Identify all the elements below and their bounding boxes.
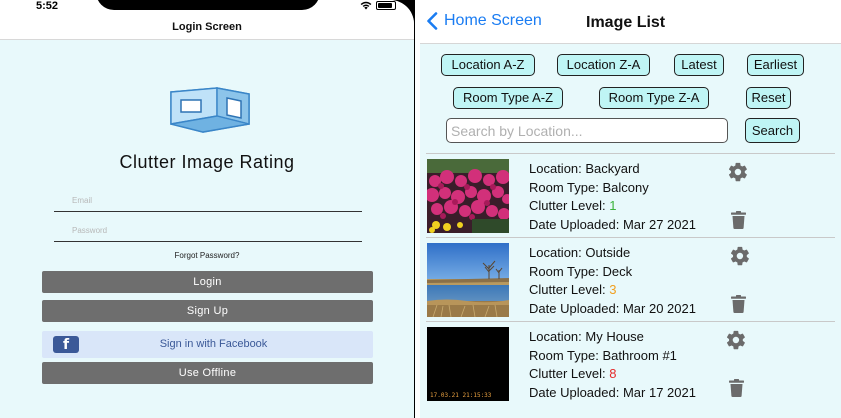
date-uploaded-value: Mar 20 2021 [622, 300, 696, 316]
gear-icon[interactable] [725, 329, 747, 351]
date-uploaded-label: Date Uploaded: [529, 384, 620, 400]
location-label: Location: [529, 245, 582, 260]
clutter-level-value: 1 [609, 198, 617, 213]
status-icons [360, 1, 396, 10]
forgot-password-link[interactable]: Forgot Password? [0, 251, 414, 260]
gear-icon[interactable] [727, 161, 749, 183]
app-logo-icon [163, 86, 253, 134]
date-uploaded-value: Mar 27 2021 [622, 216, 696, 232]
login-screen: 5:52 Login Screen Clutter Image Rating E… [0, 0, 414, 418]
nav-title: Login Screen [172, 21, 242, 33]
email-field-container [54, 190, 362, 212]
device-notch [96, 0, 320, 10]
location-value: My House [585, 329, 644, 344]
login-nav-bar: Login Screen [0, 14, 414, 40]
search-input[interactable] [447, 119, 727, 142]
nav-title: Image List [586, 14, 666, 31]
search-input-container [446, 118, 728, 143]
sign-up-button[interactable]: Sign Up [42, 300, 373, 322]
trash-icon[interactable] [731, 295, 746, 313]
login-phone: 5:52 Login Screen Clutter Image Rating E… [0, 0, 415, 418]
password-field[interactable] [54, 220, 362, 241]
sort-location-az-button[interactable]: Location A-Z [441, 54, 535, 76]
photo-timestamp: 17.03.21 21:15:33 [430, 392, 492, 399]
sort-earliest-button[interactable]: Earliest [747, 54, 804, 76]
item-info: Location: Backyard Room Type: Balcony Cl… [529, 160, 696, 234]
sort-room-type-za-button[interactable]: Room Type Z-A [599, 87, 709, 109]
room-type-label: Room Type: [529, 179, 599, 195]
date-uploaded-label: Date Uploaded: [529, 216, 620, 232]
trash-icon[interactable] [731, 211, 746, 229]
clutter-level-value: 8 [609, 366, 617, 381]
thumbnail-black-photo: 17.03.21 21:15:33 [427, 327, 509, 401]
app-title: Clutter Image Rating [119, 152, 295, 172]
wifi-icon [360, 1, 372, 10]
back-button-label: Home Screen [444, 12, 542, 29]
list-item[interactable]: Location: Backyard Room Type: Balcony Cl… [420, 154, 841, 238]
room-type-label: Room Type: [529, 347, 599, 363]
clutter-level-label: Clutter Level: [529, 282, 606, 297]
room-type-value: Bathroom #1 [602, 347, 677, 363]
image-list-screen: Home Screen Image List Location A-Z Loca… [420, 0, 841, 418]
list-item[interactable]: Location: Outside Room Type: Deck Clutte… [420, 238, 841, 322]
trash-icon[interactable] [729, 379, 744, 397]
password-field-container [54, 220, 362, 242]
status-bar: 5:52 [0, 0, 414, 14]
thumbnail-pink-flowers [427, 159, 509, 233]
sort-room-type-az-button[interactable]: Room Type A-Z [453, 87, 563, 109]
location-label: Location: [529, 161, 582, 176]
use-offline-button[interactable]: Use Offline [42, 362, 373, 384]
room-type-value: Deck [602, 263, 633, 279]
clutter-level-value: 3 [609, 282, 617, 297]
date-uploaded-value: Mar 17 2021 [622, 384, 696, 400]
chevron-left-icon [427, 12, 438, 30]
item-info: Location: Outside Room Type: Deck Clutte… [529, 244, 696, 318]
room-type-value: Balcony [602, 179, 649, 195]
sort-latest-button[interactable]: Latest [674, 54, 724, 76]
room-type-label: Room Type: [529, 263, 599, 279]
list-item[interactable]: 17.03.21 21:15:33 Location: My House Roo… [420, 322, 841, 406]
location-label: Location: [529, 329, 582, 344]
sort-location-za-button[interactable]: Location Z-A [557, 54, 650, 76]
location-value: Outside [585, 245, 631, 260]
search-button[interactable]: Search [745, 118, 800, 143]
item-info: Location: My House Room Type: Bathroom #… [529, 328, 696, 402]
date-uploaded-label: Date Uploaded: [529, 300, 620, 316]
battery-icon [376, 1, 396, 10]
email-field[interactable] [54, 190, 362, 211]
location-value: Backyard [585, 161, 640, 176]
thumbnail-lake-landscape [427, 243, 509, 317]
gear-icon[interactable] [729, 245, 751, 267]
reset-button[interactable]: Reset [746, 87, 791, 109]
screenshot-stage: 5:52 Login Screen Clutter Image Rating E… [0, 0, 841, 418]
status-time: 5:52 [36, 0, 59, 12]
login-button[interactable]: Login [42, 271, 373, 293]
image-list-nav-bar: Home Screen Image List [420, 0, 841, 44]
clutter-level-label: Clutter Level: [529, 198, 606, 213]
facebook-sign-in-label: Sign in with Facebook [159, 338, 268, 350]
clutter-level-label: Clutter Level: [529, 366, 606, 381]
facebook-sign-in-button[interactable]: f Sign in with Facebook [42, 331, 373, 358]
back-button[interactable]: Home Screen [426, 12, 542, 30]
